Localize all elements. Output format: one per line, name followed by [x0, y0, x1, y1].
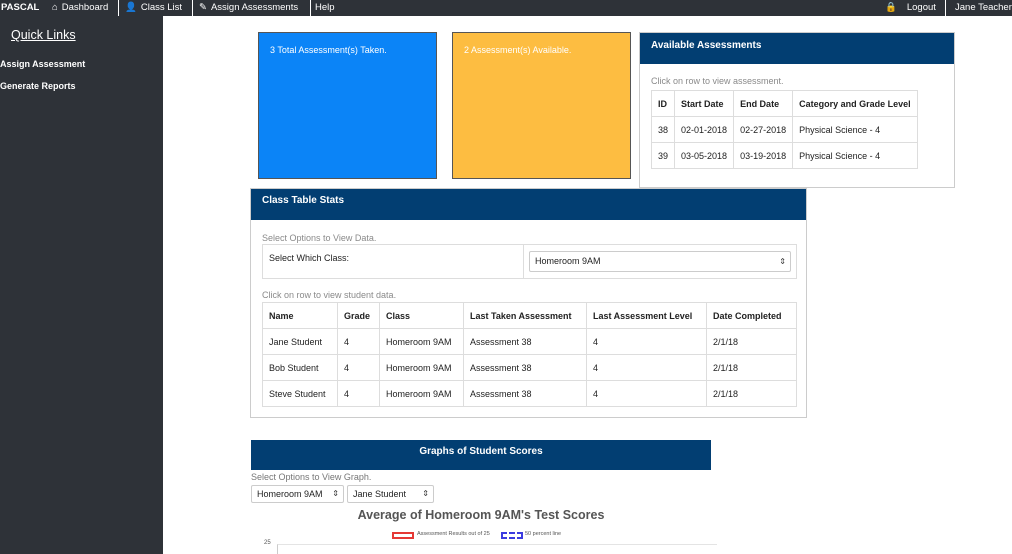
graphs-header: Graphs of Student Scores: [251, 440, 711, 470]
quick-links-title[interactable]: Quick Links: [11, 28, 76, 42]
table-cell: 4: [586, 380, 707, 407]
class-select-label: Select Which Class:: [269, 253, 350, 263]
table-cell: 38: [650, 116, 676, 143]
lock-icon: 🔒: [885, 2, 897, 13]
table-cell: Homeroom 9AM: [379, 380, 464, 407]
available-assessments-panel: Available Assessments Click on row to vi…: [639, 32, 955, 188]
graph-options-hint: Select Options to View Graph.: [251, 472, 372, 482]
brand-logo[interactable]: PASCAL: [1, 0, 39, 16]
chart-title: Average of Homeroom 9AM's Test Scores: [357, 508, 605, 522]
total-assessments-card[interactable]: 3 Total Assessment(s) Taken.: [258, 32, 437, 179]
chart-plot-area: [277, 544, 717, 554]
nav-logout[interactable]: 🔒 Logout: [885, 0, 936, 16]
table-cell: 4: [586, 328, 707, 355]
table-row[interactable]: Steve Student 4 Homeroom 9AM Assessment …: [262, 380, 797, 407]
table-cell: 39: [650, 142, 676, 169]
user-icon: 👤: [125, 2, 137, 13]
column-header: End Date: [733, 90, 794, 117]
sidebar-link-assign-assessment[interactable]: Assign Assessment: [0, 59, 85, 69]
column-header: Name: [262, 302, 338, 329]
class-select-dropdown[interactable]: Homeroom 9AM ⇕: [529, 251, 791, 272]
graph-student-select-value: Jane Student: [353, 489, 407, 499]
column-header: ID: [650, 90, 676, 117]
y-axis-tick-label: 25: [264, 540, 271, 546]
table-cell: 2/1/18: [706, 354, 797, 381]
table-row[interactable]: 38 02-01-2018 02-27-2018 Physical Scienc…: [650, 116, 918, 143]
table-cell: Physical Science - 4: [792, 142, 918, 169]
table-cell: Physical Science - 4: [792, 116, 918, 143]
nav-user-name[interactable]: Jane Teacher: [955, 0, 1012, 16]
table-row[interactable]: 39 03-05-2018 03-19-2018 Physical Scienc…: [650, 142, 918, 169]
nav-divider: [310, 0, 311, 16]
legend-results-swatch[interactable]: [392, 532, 414, 539]
column-header: Last Taken Assessment: [463, 302, 587, 329]
select-arrows-icon: ⇕: [422, 489, 429, 498]
table-row[interactable]: Bob Student 4 Homeroom 9AM Assessment 38…: [262, 354, 797, 381]
graph-student-select[interactable]: Jane Student ⇕: [347, 485, 434, 503]
column-header: Category and Grade Level: [792, 90, 918, 117]
column-header: Grade: [337, 302, 380, 329]
table-row[interactable]: Jane Student 4 Homeroom 9AM Assessment 3…: [262, 328, 797, 355]
select-options-hint: Select Options to View Data.: [262, 233, 377, 243]
legend-fifty-swatch[interactable]: [501, 532, 523, 539]
nav-class-list[interactable]: 👤 Class List: [125, 0, 182, 16]
table-cell: Assessment 38: [463, 354, 587, 381]
class-select-value: Homeroom 9AM: [535, 256, 601, 266]
table-cell: 03-19-2018: [733, 142, 794, 169]
top-navbar: PASCAL ⌂ Dashboard 👤 Class List ✎ Assign As…: [0, 0, 1012, 16]
panel-header: Class Table Stats: [251, 189, 806, 220]
table-cell: 4: [337, 354, 380, 381]
panel-hint: Click on row to view assessment.: [651, 76, 784, 86]
class-select-row: Select Which Class: Homeroom 9AM ⇕: [262, 244, 797, 279]
column-header: Start Date: [674, 90, 735, 117]
total-assessments-text: 3 Total Assessment(s) Taken.: [270, 45, 387, 55]
table-cell: Bob Student: [262, 354, 338, 381]
sidebar-link-generate-reports[interactable]: Generate Reports: [0, 81, 76, 91]
available-assessments-text: 2 Assessment(s) Available.: [464, 45, 572, 55]
available-assessments-card[interactable]: 2 Assessment(s) Available.: [452, 32, 631, 179]
table-header-row: Name Grade Class Last Taken Assessment L…: [262, 302, 797, 329]
table-cell: 02-27-2018: [733, 116, 794, 143]
table-cell: 2/1/18: [706, 328, 797, 355]
nav-assign-assessments[interactable]: ✎ Assign Assessments: [199, 0, 298, 16]
nav-help[interactable]: Help: [315, 0, 335, 16]
legend-results-label: Assessment Results out of 25: [417, 531, 490, 537]
row-click-hint: Click on row to view student data.: [262, 290, 397, 300]
table-header-row: ID Start Date End Date Category and Grad…: [650, 90, 918, 117]
pencil-icon: ✎: [199, 2, 207, 13]
table-cell: Assessment 38: [463, 380, 587, 407]
table-cell: Homeroom 9AM: [379, 328, 464, 355]
table-cell: Assessment 38: [463, 328, 587, 355]
home-icon: ⌂: [52, 2, 58, 13]
sidebar: Quick Links Assign Assessment Generate R…: [0, 16, 163, 554]
select-arrows-icon: ⇕: [779, 257, 786, 266]
class-table-stats-panel: Class Table Stats Select Options to View…: [250, 188, 807, 418]
panel-header: Available Assessments: [640, 33, 954, 64]
nav-divider: [192, 0, 193, 16]
table-cell: 4: [337, 380, 380, 407]
table-cell: Steve Student: [262, 380, 338, 407]
table-cell: 4: [337, 328, 380, 355]
column-header: Date Completed: [706, 302, 797, 329]
table-cell: 2/1/18: [706, 380, 797, 407]
table-cell: Jane Student: [262, 328, 338, 355]
select-arrows-icon: ⇕: [332, 489, 339, 498]
table-cell: 02-01-2018: [674, 116, 735, 143]
graph-class-select-value: Homeroom 9AM: [257, 489, 323, 499]
class-stats-table: Name Grade Class Last Taken Assessment L…: [262, 302, 797, 407]
nav-divider: [945, 0, 946, 16]
available-assessments-table: ID Start Date End Date Category and Grad…: [650, 90, 918, 169]
table-cell: 4: [586, 354, 707, 381]
graph-class-select[interactable]: Homeroom 9AM ⇕: [251, 485, 344, 503]
nav-dashboard[interactable]: ⌂ Dashboard: [52, 0, 108, 16]
table-cell: Homeroom 9AM: [379, 354, 464, 381]
column-header: Class: [379, 302, 464, 329]
cell-divider: [523, 245, 524, 278]
legend-fifty-label: 50 percent line: [525, 531, 562, 537]
nav-divider: [118, 0, 119, 16]
table-cell: 03-05-2018: [674, 142, 735, 169]
column-header: Last Assessment Level: [586, 302, 707, 329]
